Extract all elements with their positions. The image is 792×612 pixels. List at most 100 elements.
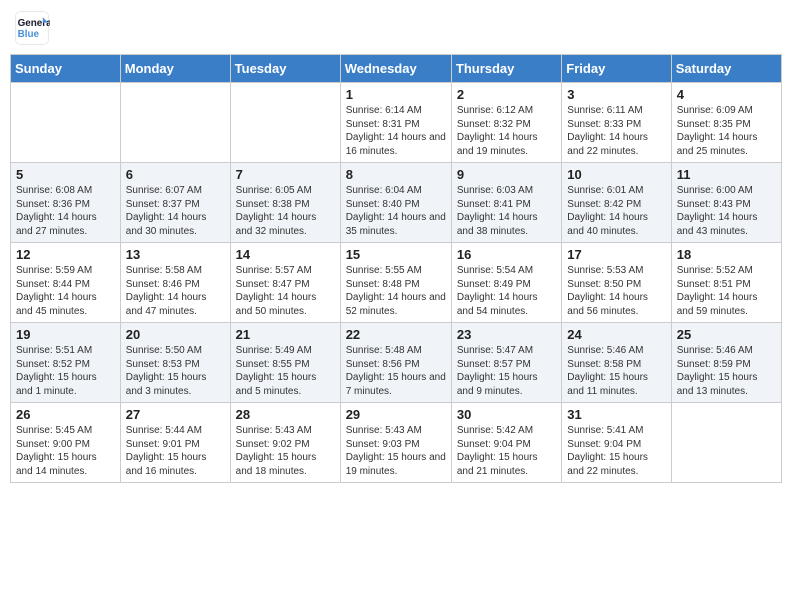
calendar-cell: 30 Sunrise: 5:42 AM Sunset: 9:04 PM Dayli… bbox=[451, 403, 561, 483]
calendar-cell: 14Sunrise: 5:57 AM Sunset: 8:47 PM Dayli… bbox=[230, 243, 340, 323]
day-content: Sunrise: 6:04 AM Sunset: 8:40 PM Dayligh… bbox=[346, 184, 446, 238]
day-content: Sunrise: 6:09 AM Sunset: 8:35 PM Dayligh… bbox=[677, 104, 776, 158]
calendar-cell: 16 Sunrise: 5:54 AM Sunset: 8:49 PM Dayli… bbox=[451, 243, 561, 323]
day-number: 26 bbox=[16, 407, 115, 422]
day-number: 7 bbox=[236, 167, 335, 182]
day-content: Sunrise: 5:44 AM Sunset: 9:01 PM Dayligh… bbox=[126, 424, 225, 478]
calendar-cell: 18 Sunrise: 5:52 AM Sunset: 8:51 PM Dayli… bbox=[671, 243, 781, 323]
calendar-cell: 5 Sunrise: 6:08 AM Sunset: 8:36 PM Daylig… bbox=[11, 163, 121, 243]
calendar: SundayMondayTuesdayWednesdayThursdayFrid… bbox=[10, 54, 782, 483]
day-content: Sunrise: 5:58 AM Sunset: 8:46 PM Dayligh… bbox=[126, 264, 225, 318]
calendar-cell: 21 Sunrise: 5:49 AM Sunset: 8:55 PM Dayli… bbox=[230, 323, 340, 403]
calendar-cell: 17 Sunrise: 5:53 AM Sunset: 8:50 PM Dayli… bbox=[562, 243, 671, 323]
day-number: 14 bbox=[236, 247, 335, 262]
day-number: 31 bbox=[567, 407, 665, 422]
calendar-week-2: 5 Sunrise: 6:08 AM Sunset: 8:36 PM Daylig… bbox=[11, 163, 782, 243]
calendar-cell: 24 Sunrise: 5:46 AM Sunset: 8:58 PM Dayli… bbox=[562, 323, 671, 403]
day-number: 24 bbox=[567, 327, 665, 342]
logo-icon: General Blue bbox=[14, 10, 50, 46]
day-number: 17 bbox=[567, 247, 665, 262]
day-content: Sunrise: 5:47 AM Sunset: 8:57 PM Dayligh… bbox=[457, 344, 556, 398]
day-number: 30 bbox=[457, 407, 556, 422]
day-number: 5 bbox=[16, 167, 115, 182]
day-number: 29 bbox=[346, 407, 446, 422]
calendar-cell: 31 Sunrise: 5:41 AM Sunset: 9:04 PM Dayli… bbox=[562, 403, 671, 483]
calendar-cell: 2 Sunrise: 6:12 AM Sunset: 8:32 PM Daylig… bbox=[451, 83, 561, 163]
day-number: 3 bbox=[567, 87, 665, 102]
header-monday: Monday bbox=[120, 55, 230, 83]
calendar-week-1: 1 Sunrise: 6:14 AM Sunset: 8:31 PM Daylig… bbox=[11, 83, 782, 163]
calendar-cell: 20 Sunrise: 5:50 AM Sunset: 8:53 PM Dayli… bbox=[120, 323, 230, 403]
day-content: Sunrise: 5:42 AM Sunset: 9:04 PM Dayligh… bbox=[457, 424, 556, 478]
day-content: Sunrise: 6:03 AM Sunset: 8:41 PM Dayligh… bbox=[457, 184, 556, 238]
header-wednesday: Wednesday bbox=[340, 55, 451, 83]
header-thursday: Thursday bbox=[451, 55, 561, 83]
day-number: 18 bbox=[677, 247, 776, 262]
calendar-cell bbox=[671, 403, 781, 483]
day-number: 12 bbox=[16, 247, 115, 262]
day-content: Sunrise: 5:45 AM Sunset: 9:00 PM Dayligh… bbox=[16, 424, 115, 478]
day-content: Sunrise: 6:12 AM Sunset: 8:32 PM Dayligh… bbox=[457, 104, 556, 158]
day-number: 1 bbox=[346, 87, 446, 102]
day-number: 27 bbox=[126, 407, 225, 422]
day-number: 19 bbox=[16, 327, 115, 342]
calendar-cell: 1 Sunrise: 6:14 AM Sunset: 8:31 PM Daylig… bbox=[340, 83, 451, 163]
calendar-cell: 13Sunrise: 5:58 AM Sunset: 8:46 PM Dayli… bbox=[120, 243, 230, 323]
day-content: Sunrise: 6:01 AM Sunset: 8:42 PM Dayligh… bbox=[567, 184, 665, 238]
calendar-cell: 10 Sunrise: 6:01 AM Sunset: 8:42 PM Dayli… bbox=[562, 163, 671, 243]
day-number: 2 bbox=[457, 87, 556, 102]
header-saturday: Saturday bbox=[671, 55, 781, 83]
day-number: 22 bbox=[346, 327, 446, 342]
calendar-cell: 22Sunrise: 5:48 AM Sunset: 8:56 PM Dayli… bbox=[340, 323, 451, 403]
day-content: Sunrise: 5:43 AM Sunset: 9:03 PM Dayligh… bbox=[346, 424, 446, 478]
calendar-cell: 23Sunrise: 5:47 AM Sunset: 8:57 PM Dayli… bbox=[451, 323, 561, 403]
day-number: 11 bbox=[677, 167, 776, 182]
calendar-cell: 11Sunrise: 6:00 AM Sunset: 8:43 PM Dayli… bbox=[671, 163, 781, 243]
day-number: 25 bbox=[677, 327, 776, 342]
calendar-cell: 28Sunrise: 5:43 AM Sunset: 9:02 PM Dayli… bbox=[230, 403, 340, 483]
day-number: 6 bbox=[126, 167, 225, 182]
calendar-cell: 6 Sunrise: 6:07 AM Sunset: 8:37 PM Daylig… bbox=[120, 163, 230, 243]
day-content: Sunrise: 5:46 AM Sunset: 8:58 PM Dayligh… bbox=[567, 344, 665, 398]
calendar-cell: 15 Sunrise: 5:55 AM Sunset: 8:48 PM Dayli… bbox=[340, 243, 451, 323]
header-sunday: Sunday bbox=[11, 55, 121, 83]
day-content: Sunrise: 5:41 AM Sunset: 9:04 PM Dayligh… bbox=[567, 424, 665, 478]
day-number: 10 bbox=[567, 167, 665, 182]
day-content: Sunrise: 6:11 AM Sunset: 8:33 PM Dayligh… bbox=[567, 104, 665, 158]
day-number: 9 bbox=[457, 167, 556, 182]
day-number: 8 bbox=[346, 167, 446, 182]
day-content: Sunrise: 6:07 AM Sunset: 8:37 PM Dayligh… bbox=[126, 184, 225, 238]
calendar-cell: 4 Sunrise: 6:09 AM Sunset: 8:35 PM Daylig… bbox=[671, 83, 781, 163]
calendar-week-3: 12 Sunrise: 5:59 AM Sunset: 8:44 PM Dayli… bbox=[11, 243, 782, 323]
day-content: Sunrise: 5:59 AM Sunset: 8:44 PM Dayligh… bbox=[16, 264, 115, 318]
calendar-header-row: SundayMondayTuesdayWednesdayThursdayFrid… bbox=[11, 55, 782, 83]
calendar-cell: 8 Sunrise: 6:04 AM Sunset: 8:40 PM Daylig… bbox=[340, 163, 451, 243]
day-content: Sunrise: 5:53 AM Sunset: 8:50 PM Dayligh… bbox=[567, 264, 665, 318]
day-content: Sunrise: 6:08 AM Sunset: 8:36 PM Dayligh… bbox=[16, 184, 115, 238]
calendar-cell: 25 Sunrise: 5:46 AM Sunset: 8:59 PM Dayli… bbox=[671, 323, 781, 403]
day-content: Sunrise: 5:51 AM Sunset: 8:52 PM Dayligh… bbox=[16, 344, 115, 398]
day-content: Sunrise: 6:14 AM Sunset: 8:31 PM Dayligh… bbox=[346, 104, 446, 158]
day-content: Sunrise: 5:49 AM Sunset: 8:55 PM Dayligh… bbox=[236, 344, 335, 398]
day-number: 28 bbox=[236, 407, 335, 422]
day-content: Sunrise: 5:54 AM Sunset: 8:49 PM Dayligh… bbox=[457, 264, 556, 318]
day-number: 15 bbox=[346, 247, 446, 262]
header-friday: Friday bbox=[562, 55, 671, 83]
day-number: 16 bbox=[457, 247, 556, 262]
day-content: Sunrise: 5:55 AM Sunset: 8:48 PM Dayligh… bbox=[346, 264, 446, 318]
day-content: Sunrise: 5:46 AM Sunset: 8:59 PM Dayligh… bbox=[677, 344, 776, 398]
calendar-cell bbox=[120, 83, 230, 163]
day-number: 20 bbox=[126, 327, 225, 342]
calendar-week-4: 19 Sunrise: 5:51 AM Sunset: 8:52 PM Dayli… bbox=[11, 323, 782, 403]
calendar-cell bbox=[230, 83, 340, 163]
calendar-cell: 27 Sunrise: 5:44 AM Sunset: 9:01 PM Dayli… bbox=[120, 403, 230, 483]
day-number: 4 bbox=[677, 87, 776, 102]
day-content: Sunrise: 5:50 AM Sunset: 8:53 PM Dayligh… bbox=[126, 344, 225, 398]
svg-text:Blue: Blue bbox=[18, 29, 40, 40]
day-content: Sunrise: 5:52 AM Sunset: 8:51 PM Dayligh… bbox=[677, 264, 776, 318]
day-number: 21 bbox=[236, 327, 335, 342]
calendar-cell: 26 Sunrise: 5:45 AM Sunset: 9:00 PM Dayli… bbox=[11, 403, 121, 483]
calendar-cell: 9 Sunrise: 6:03 AM Sunset: 8:41 PM Daylig… bbox=[451, 163, 561, 243]
header-tuesday: Tuesday bbox=[230, 55, 340, 83]
day-content: Sunrise: 6:05 AM Sunset: 8:38 PM Dayligh… bbox=[236, 184, 335, 238]
